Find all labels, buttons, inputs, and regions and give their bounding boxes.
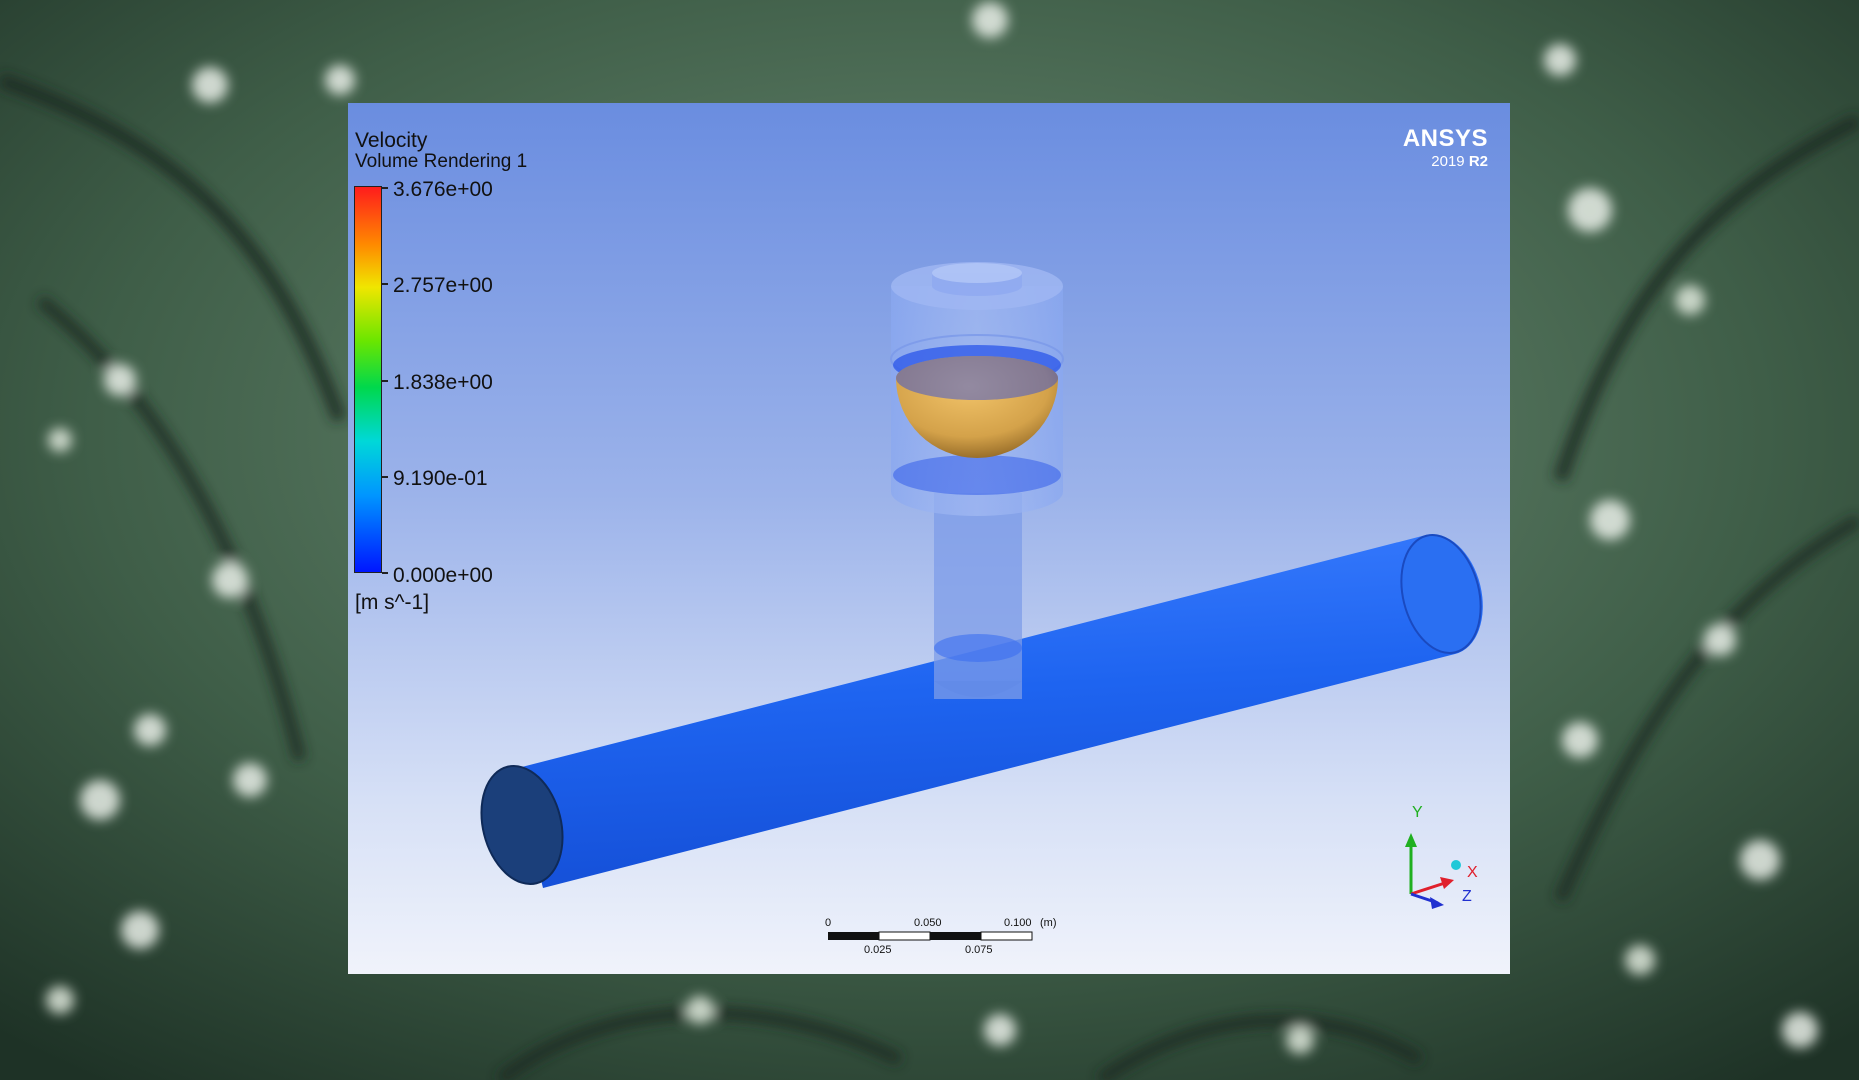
scale-bar-seg-4: [980, 931, 1033, 941]
legend-object: Volume Rendering 1: [355, 151, 528, 172]
legend-tick: [382, 283, 388, 285]
scale-label: 0.050: [914, 917, 942, 929]
legend-tick-label-max: 3.676e+00: [393, 178, 493, 201]
legend-colorbar: [354, 186, 382, 573]
x-axis-label: X: [1467, 864, 1478, 881]
scale-bar-seg-1: [828, 932, 879, 940]
y-axis-arrow: [1405, 833, 1417, 847]
legend-tick: [382, 476, 388, 478]
brand-name: ANSYS: [1402, 125, 1488, 152]
legend-units: [m s^-1]: [355, 591, 430, 614]
scale-label: 0.100: [1004, 917, 1032, 929]
rotation-point-icon: [1451, 860, 1461, 870]
valve-stem: [934, 493, 1022, 699]
z-axis-label: Z: [1462, 888, 1472, 905]
scale-bar: [828, 931, 1033, 941]
axis-triad: [1405, 833, 1461, 909]
y-axis-label: Y: [1412, 804, 1423, 821]
legend-tick: [382, 572, 388, 574]
z-axis-arrow: [1430, 897, 1444, 909]
legend-tick: [382, 187, 388, 189]
pipe-geometry[interactable]: [348, 103, 1510, 974]
scale-unit: (m): [1040, 917, 1057, 929]
legend-tick: [382, 380, 388, 382]
legend-tick-label: 2.757e+00: [393, 274, 493, 297]
scale-bar-seg-2: [878, 931, 931, 941]
scale-bar-seg-3: [930, 932, 981, 940]
scale-label: 0.025: [864, 944, 892, 956]
legend-variable: Velocity: [355, 129, 428, 152]
scale-label: 0.075: [965, 944, 993, 956]
legend-tick-label: 1.838e+00: [393, 371, 493, 394]
brand-version: 2019 R2: [1431, 153, 1488, 170]
legend-tick-label-min: 0.000e+00: [393, 564, 493, 587]
cfd-viewport[interactable]: Velocity Volume Rendering 1 3.676e+00 2.…: [348, 103, 1510, 974]
ansys-logo: ANSYS 2019 R2: [1402, 125, 1488, 170]
x-axis-arrow: [1440, 877, 1454, 889]
scale-label: 0: [825, 917, 832, 929]
legend-tick-label: 9.190e-01: [393, 467, 488, 490]
